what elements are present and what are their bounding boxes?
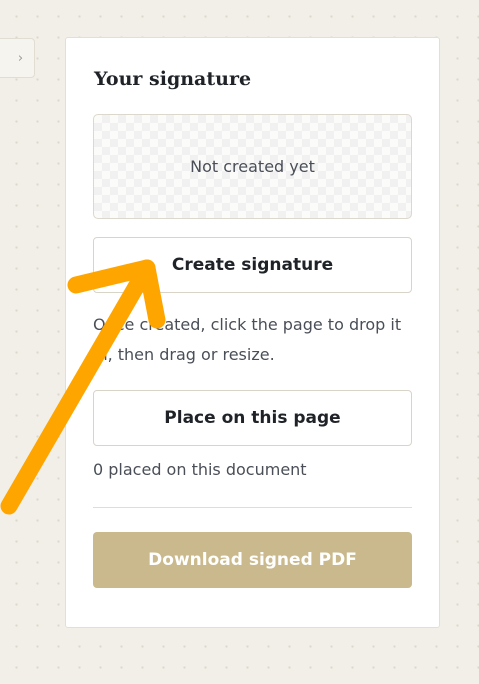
- signature-preview: Not created yet: [93, 114, 412, 219]
- place-on-page-button[interactable]: Place on this page: [93, 390, 412, 446]
- panel-title: Your signature: [94, 68, 252, 90]
- placement-hint: Once created, click the page to drop it …: [93, 315, 402, 364]
- chevron-right-icon: ›: [17, 50, 24, 66]
- create-signature-button[interactable]: Create signature: [93, 237, 412, 293]
- divider: [93, 507, 412, 508]
- placed-count: 0 placed on this document: [93, 460, 307, 479]
- sidebar-toggle-button[interactable]: ›: [0, 38, 35, 78]
- signature-preview-placeholder: Not created yet: [190, 157, 315, 176]
- download-signed-pdf-button[interactable]: Download signed PDF: [93, 532, 412, 588]
- signature-panel: Your signature Not created yet Create si…: [65, 37, 440, 628]
